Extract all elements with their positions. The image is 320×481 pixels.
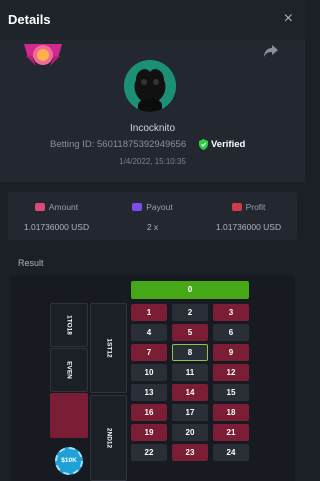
number-cell-15: 15: [213, 384, 249, 401]
outside-bet-even: EVEN: [50, 348, 88, 392]
betting-id-label: Betting ID:: [50, 139, 95, 150]
number-cell-21: 21: [213, 424, 249, 441]
number-cell-5: 5: [172, 324, 208, 341]
number-cell-20: 20: [172, 424, 208, 441]
number-cell-14: 14: [172, 384, 208, 401]
share-icon[interactable]: [263, 44, 279, 58]
outside-bet-even-label: EVEN: [65, 361, 73, 379]
outside-bet-low: 1TO18: [50, 303, 88, 347]
amount-value: 1.01736000 USD: [23, 222, 90, 232]
profit-card: Profit 1.01736000 USD: [200, 192, 297, 240]
outside-bet-first-dozen-label: 1ST12: [105, 338, 112, 358]
number-cell-9: 9: [213, 344, 249, 361]
number-cell-18: 18: [213, 404, 249, 421]
amount-card: Amount 1.01736000 USD: [8, 192, 105, 240]
number-cell-7: 7: [131, 344, 167, 361]
roulette-board: 0 1TO18 EVEN $10K 1ST12 2ND12 1234567891…: [10, 275, 295, 481]
bet-chip: $10K: [55, 447, 83, 475]
amount-label: Amount: [48, 202, 79, 212]
number-cell-13: 13: [131, 384, 167, 401]
amount-icon: [34, 203, 45, 211]
number-cell-10: 10: [131, 364, 167, 381]
profit-value: 1.01736000 USD: [215, 222, 282, 232]
profit-icon: [231, 203, 242, 211]
details-header: Details ×: [0, 0, 305, 40]
number-cell-23: 23: [172, 444, 208, 461]
payout-value: 2 x: [146, 222, 159, 232]
outside-bet-low-label: 1TO18: [65, 315, 73, 335]
verified-label: Verified: [211, 139, 246, 150]
profit-label: Profit: [245, 202, 266, 212]
outside-bet-second-dozen: 2ND12: [90, 395, 127, 481]
outside-bet-second-dozen-label: 2ND12: [105, 427, 112, 449]
avatar: [124, 60, 176, 112]
username: Incocknito: [129, 123, 176, 134]
outside-bet-first-dozen: 1ST12: [90, 303, 127, 393]
number-cell-16: 16: [131, 404, 167, 421]
number-cell-3: 3: [213, 304, 249, 321]
number-cell-2: 2: [172, 304, 208, 321]
outside-bet-red: [50, 393, 88, 438]
number-cell-6: 6: [213, 324, 249, 341]
rank-badge-icon: [24, 44, 62, 66]
number-cell-11: 11: [172, 364, 208, 381]
number-cell-1: 1: [131, 304, 167, 321]
payout-icon: [132, 203, 143, 211]
number-cell-0: 0: [131, 281, 249, 299]
payout-label: Payout: [146, 202, 173, 212]
betting-id-value: 560118753929496​56: [97, 139, 187, 150]
number-cell-12: 12: [213, 364, 249, 381]
close-icon[interactable]: ×: [284, 10, 293, 28]
payout-card: Payout 2 x: [104, 192, 201, 240]
verified-shield-icon: [199, 139, 208, 150]
dialog-title: Details: [8, 12, 51, 27]
number-cell-22: 22: [131, 444, 167, 461]
number-cell-19: 19: [131, 424, 167, 441]
number-cell-4: 4: [131, 324, 167, 341]
result-label: Result: [18, 258, 44, 268]
number-cell-8: 8: [172, 344, 208, 361]
betting-id: Betting ID: 560118753929496​56: [50, 139, 186, 150]
avatar-image: [124, 60, 176, 112]
number-cell-24: 24: [213, 444, 249, 461]
number-cell-17: 17: [172, 404, 208, 421]
bet-datetime: 1/4/2022, 15:10:35: [119, 157, 186, 166]
